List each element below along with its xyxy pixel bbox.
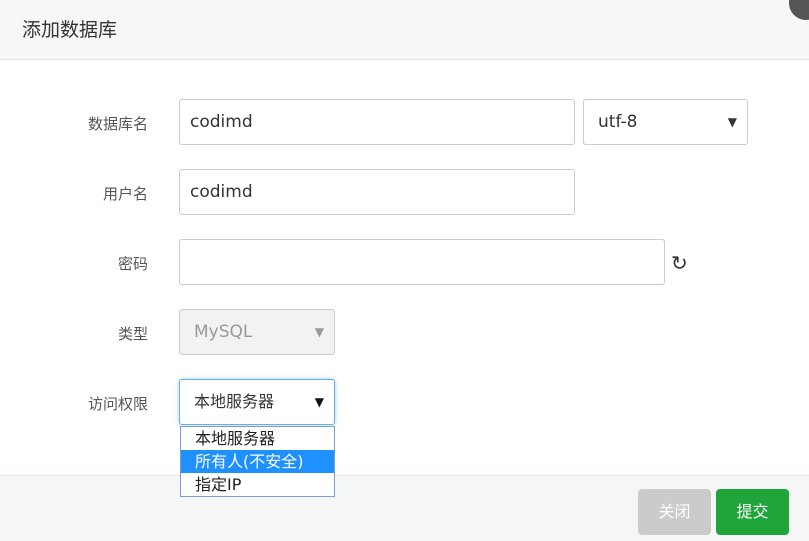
access-label: 访问权限 (87, 395, 148, 413)
access-select[interactable]: 本地服务器 ▼ (179, 379, 335, 425)
refresh-icon[interactable]: ↻ (671, 251, 688, 275)
db-name-label: 数据库名 (87, 115, 148, 133)
charset-select[interactable]: utf-8 ▼ (583, 99, 748, 145)
access-option-local[interactable]: 本地服务器 (181, 427, 334, 450)
type-select: MySQL ▼ (179, 309, 335, 355)
dialog-title: 添加数据库 (22, 19, 118, 41)
submit-button[interactable]: 提交 (716, 489, 789, 535)
access-dropdown: 本地服务器 所有人(不安全) 指定IP (180, 426, 335, 497)
password-input[interactable] (179, 239, 665, 285)
close-button[interactable]: 关闭 (638, 489, 711, 535)
password-label: 密码 (117, 255, 148, 273)
type-label: 类型 (117, 325, 148, 343)
type-value: MySQL (194, 322, 253, 342)
access-option-everyone[interactable]: 所有人(不安全) (181, 450, 334, 473)
db-name-input[interactable]: codimd (179, 99, 575, 145)
chevron-down-icon: ▼ (727, 115, 737, 129)
charset-value: utf-8 (598, 112, 638, 132)
username-input[interactable]: codimd (179, 169, 575, 215)
chevron-down-icon: ▼ (314, 395, 324, 409)
access-option-specified-ip[interactable]: 指定IP (181, 473, 334, 496)
username-label: 用户名 (102, 185, 148, 203)
chevron-down-icon: ▼ (314, 325, 324, 339)
close-dialog-icon[interactable] (789, 0, 809, 20)
dialog-header: 添加数据库 (0, 0, 809, 60)
access-value: 本地服务器 (194, 392, 275, 411)
